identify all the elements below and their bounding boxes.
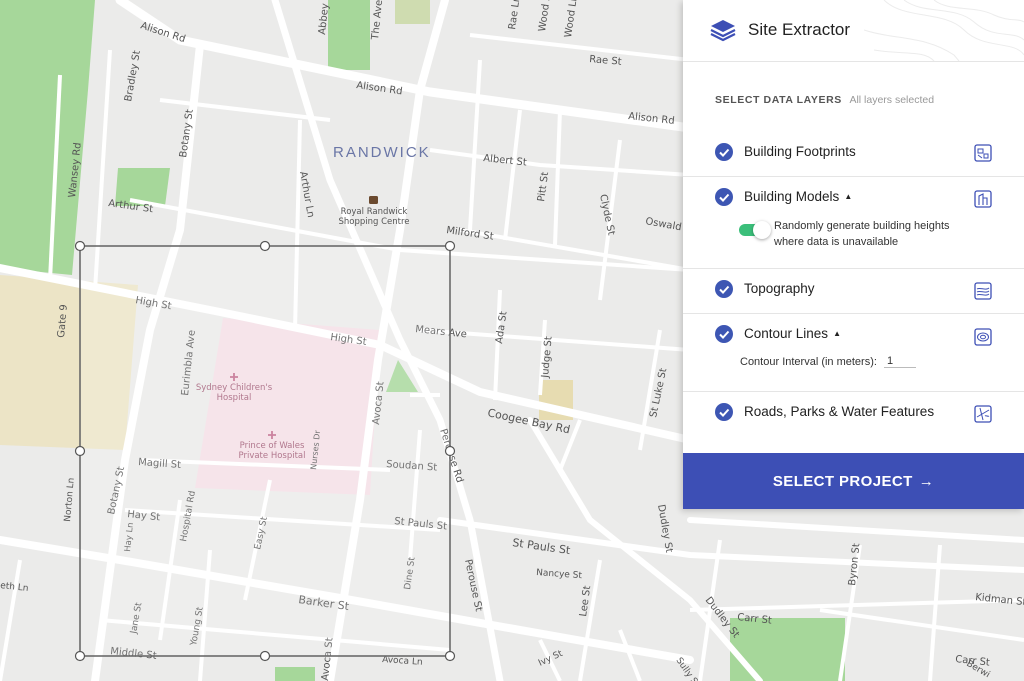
topographic-pattern	[864, 0, 1024, 61]
checkmark-icon	[719, 193, 730, 202]
layer-checkbox[interactable]	[715, 143, 733, 161]
caret-up-icon[interactable]: ▲	[844, 192, 852, 201]
contour-interval-label: Contour Interval (in meters):	[740, 356, 877, 368]
layer-row-building-models[interactable]: Building Models ▲ Randomly generate build…	[683, 177, 1024, 269]
roads-parks-water-icon	[974, 405, 992, 423]
layers-heading-label: SELECT DATA LAYERS	[715, 94, 842, 106]
poi-label: Shopping Centre	[338, 217, 409, 227]
selection-box[interactable]	[74, 240, 456, 662]
resize-handle-bottom-left[interactable]	[74, 650, 86, 662]
layer-checkbox[interactable]	[715, 403, 733, 421]
layers-selected-status: All layers selected	[849, 94, 935, 106]
topography-icon	[974, 282, 992, 300]
arrow-right-icon: →	[918, 472, 935, 490]
park-area	[275, 667, 315, 681]
app-logo-icon	[710, 20, 736, 42]
checkmark-icon	[719, 330, 730, 339]
layer-row-contour-lines[interactable]: Contour Lines ▲ Contour Interval (in mete…	[683, 314, 1024, 392]
resize-handle-bottom[interactable]	[259, 650, 271, 662]
building-footprints-icon	[974, 144, 992, 162]
layers-heading: SELECT DATA LAYERS All layers selected	[715, 94, 934, 106]
layer-label: Topography	[744, 281, 815, 296]
layer-label-text: Building Models	[744, 189, 840, 204]
suburb-label: RANDWICK	[333, 144, 431, 161]
layer-row-roads-parks-water[interactable]: Roads, Parks & Water Features	[683, 392, 1024, 436]
caret-up-icon[interactable]: ▲	[833, 329, 841, 338]
random-heights-toggle[interactable]	[739, 221, 771, 239]
layer-checkbox[interactable]	[715, 325, 733, 343]
poi-label: Royal Randwick	[341, 207, 408, 217]
resize-handle-left[interactable]	[74, 445, 86, 457]
select-project-label: SELECT PROJECT	[772, 472, 913, 490]
panel-header: Site Extractor	[683, 0, 1024, 62]
layer-label: Roads, Parks & Water Features	[744, 404, 935, 419]
layer-label-text: Contour Lines	[744, 326, 829, 341]
layer-row-building-footprints[interactable]: Building Footprints	[683, 132, 1024, 177]
layers-panel: Site Extractor SELECT DATA LAYERS All la…	[683, 0, 1024, 509]
resize-handle-top-left[interactable]	[74, 240, 86, 252]
contour-lines-icon	[974, 328, 992, 346]
layer-checkbox[interactable]	[715, 280, 733, 298]
contour-interval-input[interactable]	[884, 355, 916, 368]
resize-handle-top-right[interactable]	[444, 240, 456, 252]
select-project-button[interactable]: SELECT PROJECT →	[683, 453, 1024, 509]
layer-label: Building Footprints	[744, 144, 856, 159]
checkmark-icon	[719, 408, 730, 417]
checkmark-icon	[719, 285, 730, 294]
checkmark-icon	[719, 148, 730, 157]
park-area	[328, 0, 370, 70]
park-area	[395, 0, 430, 24]
layer-label: Contour Lines ▲	[744, 326, 841, 341]
park-area	[730, 618, 845, 681]
toggle-knob	[753, 221, 771, 239]
resize-handle-top[interactable]	[259, 240, 271, 252]
building-models-icon	[974, 190, 992, 208]
layer-label: Building Models ▲	[744, 189, 852, 204]
shopping-bag-icon	[369, 196, 378, 204]
layer-row-topography[interactable]: Topography	[683, 269, 1024, 314]
resize-handle-right[interactable]	[444, 445, 456, 457]
resize-handle-bottom-right[interactable]	[444, 650, 456, 662]
layer-checkbox[interactable]	[715, 188, 733, 206]
random-heights-label: Randomly generate building heights where…	[774, 220, 950, 248]
app-title: Site Extractor	[748, 20, 851, 39]
